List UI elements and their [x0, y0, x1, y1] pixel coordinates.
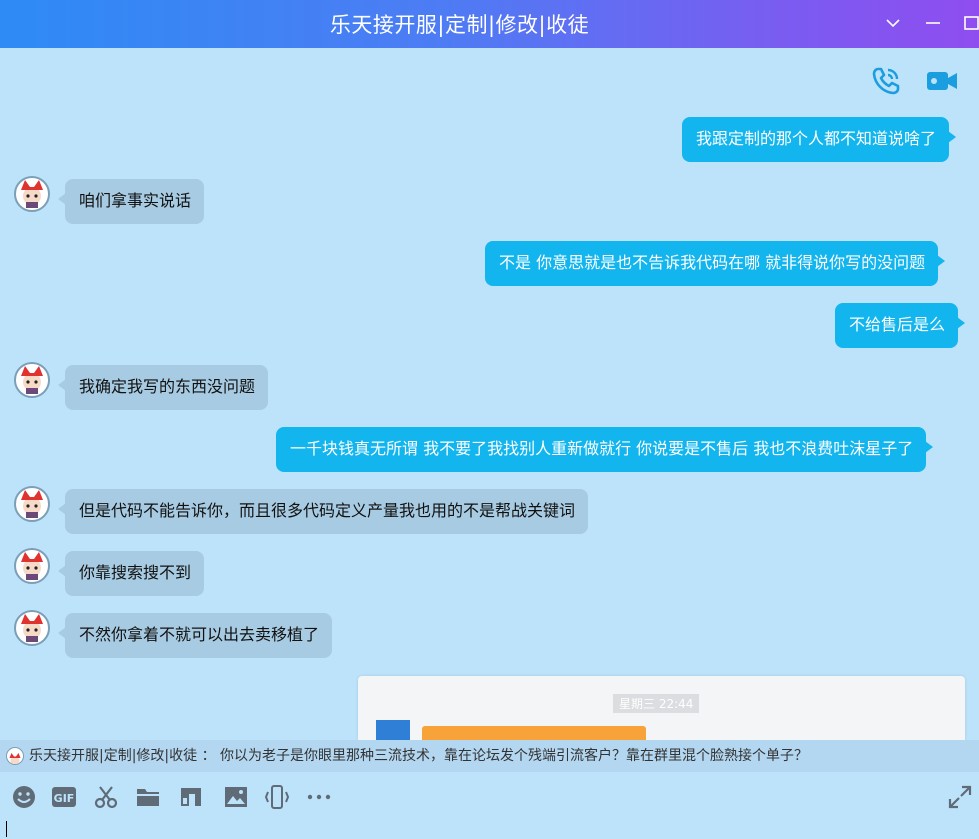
- message-bubble[interactable]: 一千块钱真无所谓 我不要了我找别人重新做就行 你说要是不售后 我也不浪费吐沫星子…: [276, 427, 927, 472]
- scissors-icon[interactable]: [93, 784, 119, 810]
- more-icon[interactable]: [306, 784, 332, 810]
- message-input[interactable]: [0, 812, 979, 839]
- music-icon[interactable]: [178, 784, 204, 810]
- preview-timestamp: 星期三 22:44: [613, 694, 700, 713]
- title-bar: 乐天接开服|定制|修改|收徒: [0, 0, 979, 48]
- window-title: 乐天接开服|定制|修改|收徒: [329, 13, 590, 37]
- message-outgoing: 一千块钱真无所谓 我不要了我找别人重新做就行 你说要是不售后 我也不浪费吐沫星子…: [276, 427, 927, 472]
- shake-icon[interactable]: [264, 784, 290, 810]
- quoted-message-bar[interactable]: 乐天接开服|定制|修改|收徒 ： 你以为老子是你眼里那种三流技术，靠在论坛发个残…: [0, 740, 979, 772]
- avatar[interactable]: [14, 610, 50, 646]
- quote-avatar: [6, 747, 24, 765]
- message-bubble[interactable]: 你靠搜索搜不到: [65, 551, 205, 596]
- message-outgoing: 不给售后是么: [835, 303, 959, 348]
- avatar[interactable]: [14, 362, 50, 398]
- maximize-icon[interactable]: [962, 13, 979, 33]
- message-bubble[interactable]: 但是代码不能告诉你，而且很多代码定义产量我也用的不是帮战关键词: [65, 489, 589, 534]
- video-call-icon[interactable]: [925, 64, 959, 98]
- avatar[interactable]: [14, 176, 50, 212]
- message-bubble[interactable]: 不是 你意思就是也不告诉我代码在哪 就非得说你写的没问题: [485, 241, 939, 286]
- image-message-preview[interactable]: 星期三 22:44: [358, 676, 965, 740]
- message-incoming: 不然你拿着不就可以出去卖移植了: [65, 613, 333, 658]
- message-outgoing: 不是 你意思就是也不告诉我代码在哪 就非得说你写的没问题: [485, 241, 939, 286]
- message-bubble[interactable]: 不给售后是么: [835, 303, 959, 348]
- folder-icon[interactable]: [135, 784, 161, 810]
- document-icon: [376, 720, 410, 740]
- message-bubble[interactable]: 我确定我写的东西没问题: [65, 365, 269, 410]
- svg-text:GIF: GIF: [54, 792, 75, 805]
- message-incoming: 你靠搜索搜不到: [65, 551, 205, 596]
- image-icon[interactable]: [223, 784, 249, 810]
- avatar[interactable]: [14, 486, 50, 522]
- message-outgoing: 我跟定制的那个人都不知道说啥了: [682, 117, 950, 162]
- message-incoming: 但是代码不能告诉你，而且很多代码定义产量我也用的不是帮战关键词: [65, 489, 589, 534]
- avatar[interactable]: [14, 548, 50, 584]
- message-bubble[interactable]: 不然你拿着不就可以出去卖移植了: [65, 613, 333, 658]
- message-incoming: 咱们拿事实说话: [65, 179, 205, 224]
- message-bubble[interactable]: 我跟定制的那个人都不知道说啥了: [682, 117, 950, 162]
- chevron-down-icon[interactable]: [883, 13, 903, 33]
- voice-call-icon[interactable]: [869, 64, 903, 98]
- minimize-icon[interactable]: [923, 13, 943, 33]
- text-caret: [6, 821, 7, 837]
- preview-card: [422, 726, 646, 740]
- expand-icon[interactable]: [947, 784, 973, 810]
- quote-text: 乐天接开服|定制|修改|收徒 ： 你以为老子是你眼里那种三流技术，靠在论坛发个残…: [29, 748, 809, 764]
- message-bubble[interactable]: 咱们拿事实说话: [65, 179, 205, 224]
- message-incoming: 我确定我写的东西没问题: [65, 365, 269, 410]
- emoji-icon[interactable]: [11, 784, 37, 810]
- gif-icon[interactable]: GIF: [51, 784, 77, 810]
